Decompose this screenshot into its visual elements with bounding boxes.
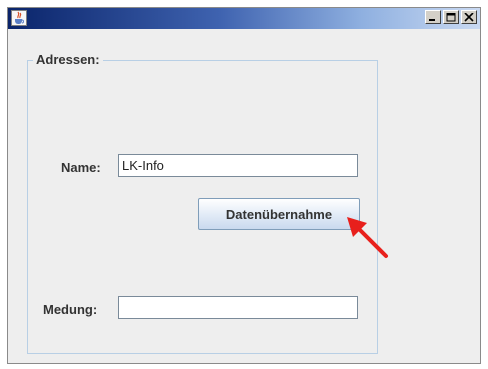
maximize-button[interactable]	[443, 10, 459, 24]
window-controls	[425, 10, 477, 24]
close-button[interactable]	[461, 10, 477, 24]
application-window: Adressen: Name: LK-Info Datenübernahme M…	[7, 7, 481, 364]
title-bar[interactable]	[8, 8, 480, 29]
close-icon	[464, 13, 474, 22]
minimize-icon	[429, 19, 435, 21]
medung-label: Medung:	[43, 302, 98, 317]
minimize-button[interactable]	[425, 10, 441, 24]
name-label: Name:	[61, 160, 101, 175]
medung-field[interactable]	[118, 296, 358, 319]
datenuebernahme-button[interactable]: Datenübernahme	[198, 198, 360, 230]
maximize-icon	[446, 13, 456, 22]
name-field[interactable]: LK-Info	[118, 154, 358, 177]
panel-title: Adressen:	[33, 52, 103, 67]
java-cup-icon[interactable]	[11, 10, 27, 26]
red-arrow-annotation	[347, 217, 388, 258]
